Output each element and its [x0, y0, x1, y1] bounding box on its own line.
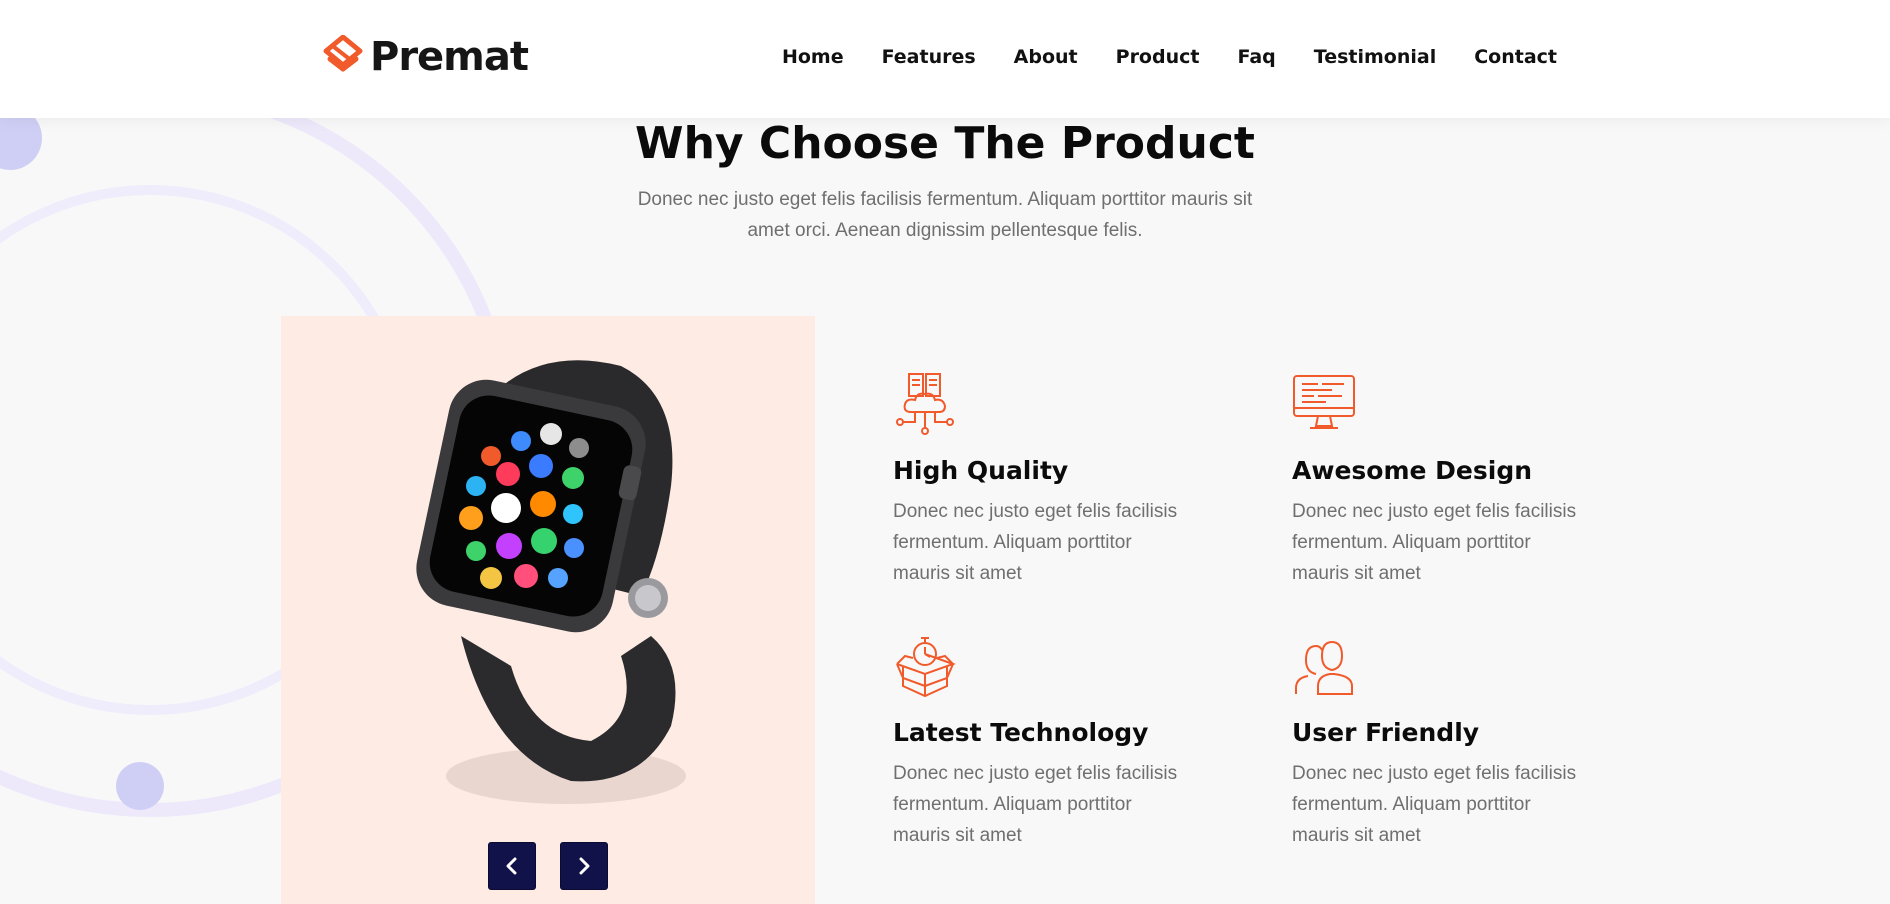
feature-item-latest-technology: Latest Technology Donec nec justo eget f… — [893, 634, 1213, 851]
feature-text: Donec nec justo eget felis facilisis fer… — [1292, 763, 1577, 846]
feature-text: Donec nec justo eget felis facilisis fer… — [1292, 501, 1577, 584]
nav-contact[interactable]: Contact — [1474, 46, 1557, 68]
chevron-left-icon — [506, 857, 517, 875]
feature-text: Donec nec justo eget felis facilisis fer… — [893, 501, 1178, 584]
brand-logo[interactable]: Premat — [322, 34, 529, 80]
section-subtitle: Donec nec justo eget felis facilisis fer… — [637, 189, 1253, 241]
nav-features[interactable]: Features — [882, 46, 976, 68]
nav-about[interactable]: About — [1014, 46, 1078, 68]
feature-title: User Friendly — [1292, 718, 1480, 747]
feature-title: Latest Technology — [893, 718, 1149, 747]
slider-next-button[interactable] — [560, 842, 608, 890]
section-title: Why Choose The Product — [635, 118, 1255, 169]
feature-title: High Quality — [893, 456, 1069, 485]
feature-item-awesome-design: Awesome Design Donec nec justo eget feli… — [1292, 372, 1612, 589]
nav-product[interactable]: Product — [1116, 46, 1200, 68]
nav-home[interactable]: Home — [782, 46, 844, 68]
monitor-icon — [1293, 375, 1355, 429]
main-nav: Home Features About Product Faq Testimon… — [782, 46, 1557, 68]
feature-item-high-quality: High Quality Donec nec justo eget felis … — [893, 372, 1213, 589]
cloud-server-icon — [896, 373, 954, 435]
feature-title: Awesome Design — [1292, 456, 1533, 485]
smartwatch-image — [416, 360, 686, 804]
site-header: Premat Home Features About Product Faq T… — [0, 0, 1890, 118]
product-image-panel — [281, 316, 815, 904]
feature-text: Donec nec justo eget felis facilisis fer… — [893, 763, 1178, 846]
slider-prev-button[interactable] — [488, 842, 536, 890]
brand-name: Premat — [370, 34, 529, 80]
box-timer-icon — [896, 637, 956, 698]
chevron-right-icon — [579, 857, 590, 875]
nav-testimonial[interactable]: Testimonial — [1314, 46, 1436, 68]
nav-faq[interactable]: Faq — [1237, 46, 1275, 68]
logo-icon — [323, 35, 363, 72]
users-icon — [1295, 640, 1353, 695]
feature-item-user-friendly: User Friendly Donec nec justo eget felis… — [1292, 634, 1612, 851]
